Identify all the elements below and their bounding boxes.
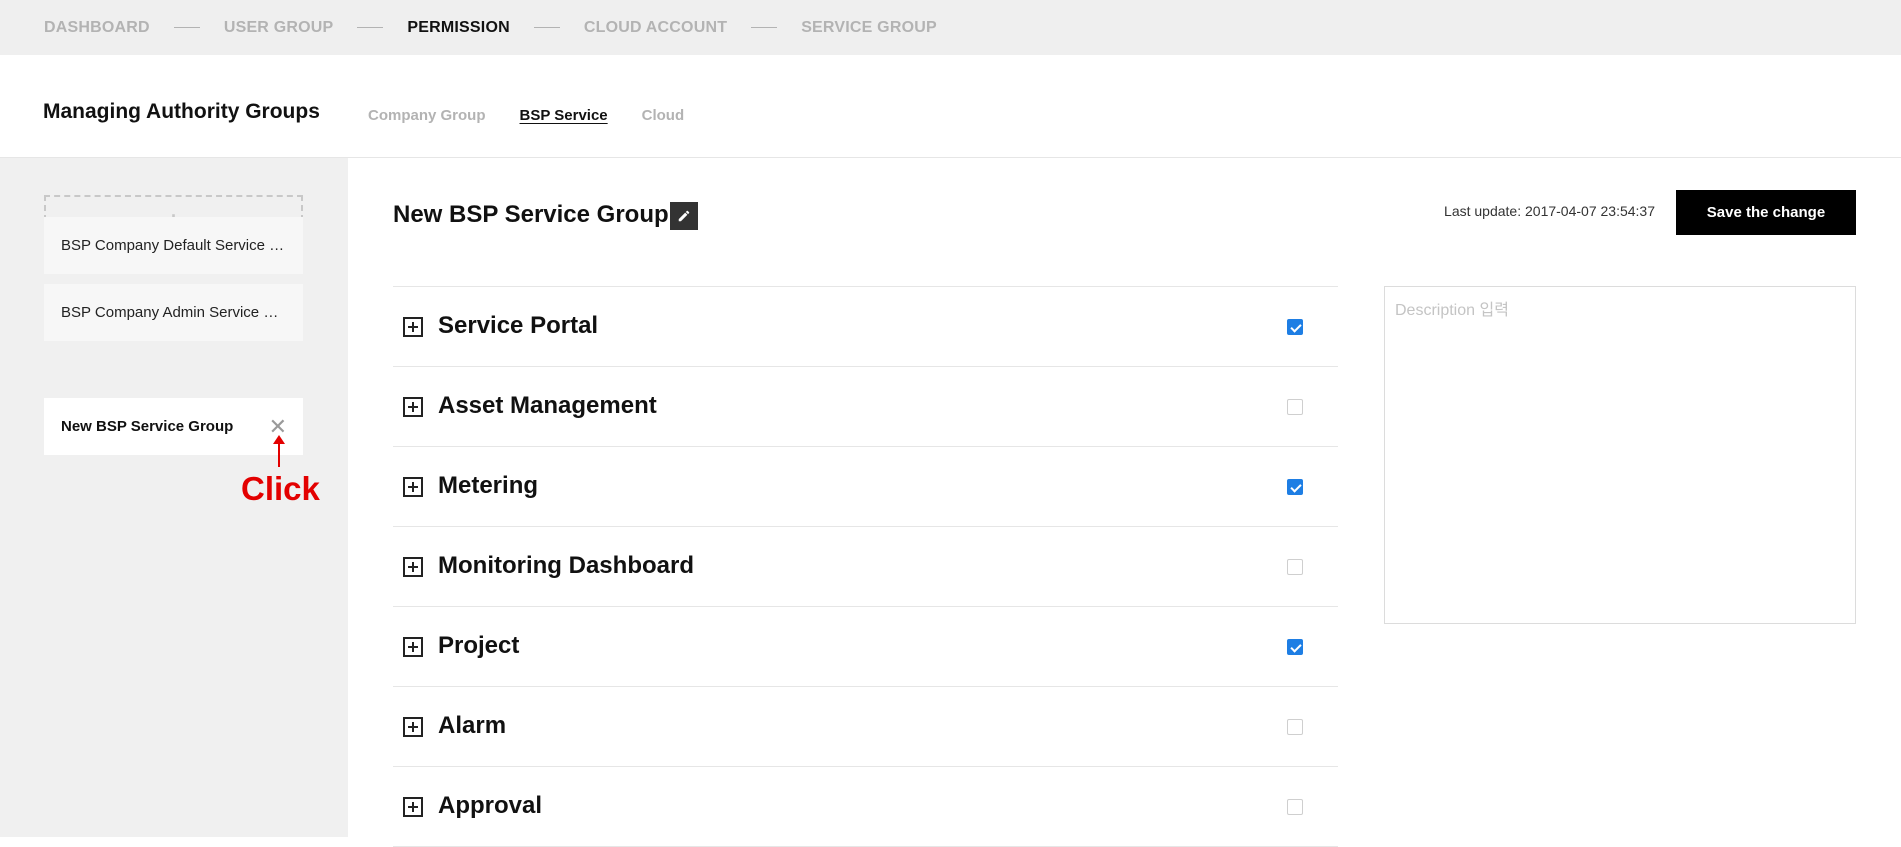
- permission-checkbox[interactable]: [1287, 719, 1303, 735]
- step-user-group[interactable]: USER GROUP: [224, 19, 334, 37]
- step-separator: [357, 27, 384, 28]
- description-input[interactable]: [1384, 286, 1856, 624]
- tab-bsp-service[interactable]: BSP Service: [520, 107, 608, 124]
- expand-plus-icon[interactable]: [403, 797, 423, 817]
- group-item-admin[interactable]: BSP Company Admin Service Group: [44, 284, 303, 341]
- permission-name: Service Portal: [438, 312, 599, 339]
- permission-name: Project: [438, 632, 520, 659]
- step-separator: [173, 27, 200, 28]
- group-item-new[interactable]: New BSP Service Group ✕: [44, 398, 303, 455]
- expand-plus-icon[interactable]: [403, 717, 423, 737]
- step-separator: [751, 27, 778, 28]
- permission-row: Alarm: [393, 687, 1338, 767]
- pencil-icon: [678, 210, 690, 222]
- expand-plus-icon[interactable]: [403, 397, 423, 417]
- step-cloud-account[interactable]: CLOUD ACCOUNT: [584, 19, 727, 37]
- save-change-button[interactable]: Save the change: [1676, 190, 1856, 235]
- tab-cloud[interactable]: Cloud: [642, 107, 685, 124]
- permission-row: Metering: [393, 447, 1338, 527]
- step-navigation: DASHBOARD USER GROUP PERMISSION CLOUD AC…: [0, 0, 1901, 55]
- expand-plus-icon[interactable]: [403, 317, 423, 337]
- permission-checkbox[interactable]: [1287, 399, 1303, 415]
- expand-plus-icon[interactable]: [403, 477, 423, 497]
- permission-checkbox[interactable]: [1287, 319, 1303, 335]
- group-item-label: New BSP Service Group: [61, 418, 234, 435]
- permission-row: Approval: [393, 767, 1338, 847]
- permission-checkbox[interactable]: [1287, 639, 1303, 655]
- expand-plus-icon[interactable]: [403, 557, 423, 577]
- group-title: New BSP Service Group: [393, 201, 669, 228]
- last-update-text: Last update: 2017-04-07 23:54:37: [1444, 203, 1655, 219]
- page-title: Managing Authority Groups: [43, 100, 320, 123]
- subtab-bar: Company Group BSP Service Cloud: [368, 107, 684, 124]
- permission-name: Approval: [438, 792, 543, 819]
- permission-checkbox[interactable]: [1287, 559, 1303, 575]
- permission-checkbox[interactable]: [1287, 799, 1303, 815]
- edit-title-button[interactable]: [670, 202, 698, 230]
- permission-row: Monitoring Dashboard: [393, 527, 1338, 607]
- permission-name: Monitoring Dashboard: [438, 552, 694, 579]
- group-item-label: BSP Company Admin Service Group: [61, 304, 286, 321]
- group-item-label: BSP Company Default Service Group: [61, 237, 286, 254]
- step-service-group[interactable]: SERVICE GROUP: [801, 19, 937, 37]
- step-dashboard[interactable]: DASHBOARD: [44, 19, 150, 37]
- permission-name: Alarm: [438, 712, 507, 739]
- permission-row: Project: [393, 607, 1338, 687]
- permission-row: Asset Management: [393, 367, 1338, 447]
- expand-plus-icon[interactable]: [403, 637, 423, 657]
- permission-checkbox[interactable]: [1287, 479, 1303, 495]
- step-separator: [533, 27, 560, 28]
- permission-row: Service Portal: [393, 287, 1338, 367]
- step-permission[interactable]: PERMISSION: [407, 19, 509, 37]
- permission-name: Asset Management: [438, 392, 657, 419]
- permission-name: Metering: [438, 472, 539, 499]
- annotation-arrow: [273, 435, 285, 467]
- permission-list: Service Portal Asset Management Metering…: [393, 286, 1338, 847]
- group-item-default[interactable]: BSP Company Default Service Group: [44, 217, 303, 274]
- tab-company-group[interactable]: Company Group: [368, 107, 486, 124]
- annotation-label: Click: [241, 470, 320, 507]
- page-header: Managing Authority Groups Company Group …: [0, 55, 1901, 158]
